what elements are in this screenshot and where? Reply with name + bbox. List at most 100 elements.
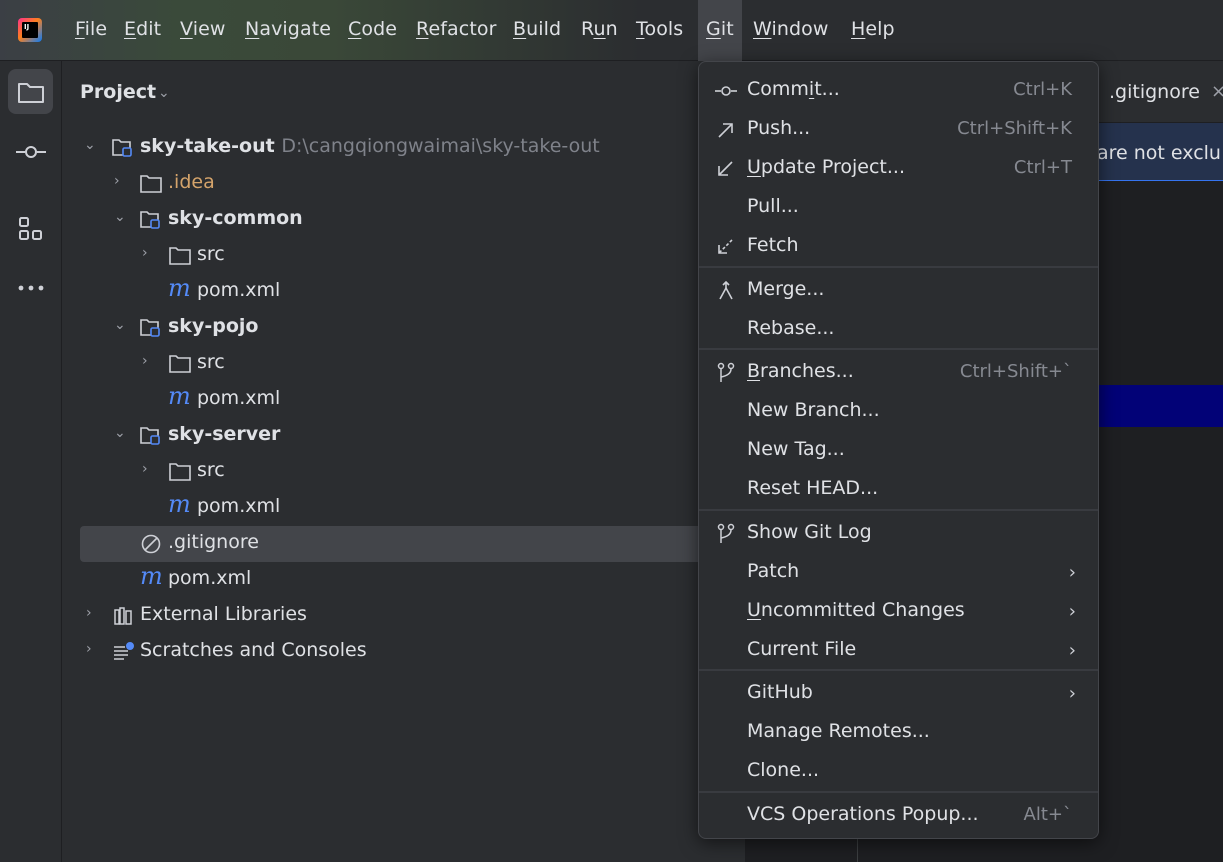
main-menubar: IJ File Edit View Navigate Code Refactor… (0, 0, 1223, 61)
menu-item-manage-remotes[interactable]: Manage Remotes... (699, 713, 1098, 752)
branch-icon (717, 523, 735, 543)
folder-icon (169, 463, 191, 481)
tree-node-sky-server[interactable]: ⌄ sky-server (80, 418, 720, 454)
module-folder-icon (140, 319, 160, 337)
shortcut-label: Ctrl+K (1013, 79, 1072, 100)
menu-code[interactable]: Code (348, 18, 397, 40)
more-tools-button[interactable] (8, 265, 53, 310)
module-folder-icon (112, 139, 132, 157)
tree-node-idea[interactable]: › .idea (80, 166, 720, 202)
menu-item-fetch[interactable]: Fetch (699, 227, 1098, 266)
menu-item-push[interactable]: Push... Ctrl+Shift+K (699, 110, 1098, 149)
merge-icon (719, 280, 733, 300)
chevron-right-icon: › (1068, 601, 1076, 622)
menu-refactor[interactable]: Refactor (416, 18, 497, 40)
tree-node-pom[interactable]: m pom.xml (80, 490, 720, 526)
menu-item-show-git-log[interactable]: Show Git Log (699, 514, 1098, 553)
chevron-right-icon[interactable]: › (142, 462, 156, 476)
tree-node-sky-pojo[interactable]: ⌄ sky-pojo (80, 310, 720, 346)
menu-help[interactable]: Help (851, 18, 895, 40)
shortcut-label: Ctrl+T (1013, 157, 1072, 178)
menu-item-new-tag[interactable]: New Tag... (699, 431, 1098, 470)
chevron-right-icon[interactable]: › (142, 354, 156, 368)
menu-git[interactable]: Git (698, 0, 742, 61)
project-tool-button[interactable] (8, 69, 53, 114)
maven-icon: m (168, 490, 191, 518)
tree-node-src[interactable]: › src (80, 454, 720, 490)
pom-file-label: pom.xml (197, 387, 281, 409)
menu-item-clone[interactable]: Clone... (699, 752, 1098, 791)
menu-navigate[interactable]: Navigate (245, 18, 331, 40)
git-dropdown-menu: Commit... Ctrl+K Push... Ctrl+Shift+K Up… (698, 61, 1099, 839)
menu-edit[interactable]: Edit (124, 18, 161, 40)
menu-build[interactable]: Build (513, 18, 561, 40)
module-label: sky-common (168, 207, 303, 229)
tree-node-root[interactable]: ⌄ sky-take-out D:\cangqiongwaimai\sky-ta… (80, 130, 720, 166)
menu-separator (699, 509, 1098, 511)
menu-item-vcs-operations-popup[interactable]: VCS Operations Popup... Alt+` (699, 796, 1098, 835)
commit-tool-button[interactable] (8, 129, 53, 174)
intellij-logo-icon[interactable]: IJ (18, 18, 42, 42)
tree-node-src[interactable]: › src (80, 346, 720, 382)
chevron-down-icon[interactable]: ⌄ (84, 138, 98, 152)
chevron-right-icon[interactable]: › (86, 606, 100, 620)
scratches-icon (114, 642, 134, 660)
menu-item-patch[interactable]: Patch › (699, 553, 1098, 592)
folder-icon (17, 82, 44, 103)
module-folder-icon (140, 427, 160, 445)
chevron-down-icon[interactable]: ⌄ (114, 210, 128, 224)
chevron-right-icon[interactable]: › (142, 246, 156, 260)
tree-node-gitignore[interactable]: .gitignore (80, 526, 720, 562)
folder-icon (169, 247, 191, 265)
chevron-down-icon[interactable]: ⌄ (114, 318, 128, 332)
tree-node-external-libraries[interactable]: › External Libraries (80, 598, 720, 634)
tree-node-src[interactable]: › src (80, 238, 720, 274)
menu-item-new-branch[interactable]: New Branch... (699, 392, 1098, 431)
close-icon[interactable]: × (1211, 81, 1223, 102)
menu-window[interactable]: Window (753, 18, 829, 40)
menu-item-rebase[interactable]: Rebase... (699, 310, 1098, 349)
push-arrow-icon (718, 123, 733, 138)
menu-item-github[interactable]: GitHub › (699, 674, 1098, 713)
tree-node-root-pom[interactable]: m pom.xml (80, 562, 720, 598)
tool-window-strip (0, 61, 62, 862)
src-folder-label: src (197, 459, 225, 481)
tree-node-sky-common[interactable]: ⌄ sky-common (80, 202, 720, 238)
shortcut-label: Ctrl+Shift+` (959, 361, 1072, 382)
menu-item-branches[interactable]: Branches... Ctrl+Shift+` (699, 353, 1098, 392)
commit-icon (15, 145, 46, 158)
project-panel-title[interactable]: Project (80, 81, 156, 103)
menu-item-uncommitted-changes[interactable]: Uncommitted Changes › (699, 592, 1098, 631)
chevron-right-icon[interactable]: › (86, 642, 100, 656)
chevron-down-icon[interactable]: ⌄ (114, 426, 128, 440)
module-folder-icon (140, 211, 160, 229)
pom-file-label: pom.xml (197, 279, 281, 301)
menu-item-merge[interactable]: Merge... (699, 271, 1098, 310)
commit-icon (715, 86, 737, 96)
tree-node-pom[interactable]: m pom.xml (80, 382, 720, 418)
menu-item-commit[interactable]: Commit... Ctrl+K (699, 71, 1098, 110)
src-folder-label: src (197, 243, 225, 265)
menu-item-pull[interactable]: Pull... (699, 188, 1098, 227)
menu-file[interactable]: File (75, 18, 107, 40)
menu-view[interactable]: View (180, 18, 226, 40)
menu-item-reset-head[interactable]: Reset HEAD... (699, 470, 1098, 509)
structure-icon (18, 216, 42, 240)
module-label: sky-server (168, 423, 281, 445)
menu-run[interactable]: Run (581, 18, 618, 40)
idea-folder-label: .idea (168, 171, 215, 193)
chevron-right-icon[interactable]: › (114, 174, 128, 188)
banner-text: are not exclu (1097, 142, 1221, 164)
menu-tools[interactable]: Tools (636, 18, 683, 40)
tree-node-scratches[interactable]: › Scratches and Consoles (80, 634, 720, 670)
maven-icon: m (168, 382, 191, 410)
structure-tool-button[interactable] (8, 206, 53, 251)
menu-item-update-project[interactable]: Update Project... Ctrl+T (699, 149, 1098, 188)
tree-node-pom[interactable]: m pom.xml (80, 274, 720, 310)
editor-tab-gitignore[interactable]: .gitignore (1109, 81, 1200, 103)
branch-icon (717, 362, 735, 382)
root-pom-label: pom.xml (168, 567, 252, 589)
folder-icon (169, 355, 191, 373)
menu-item-current-file[interactable]: Current File › (699, 631, 1098, 670)
chevron-down-icon[interactable]: ⌄ (158, 85, 170, 101)
